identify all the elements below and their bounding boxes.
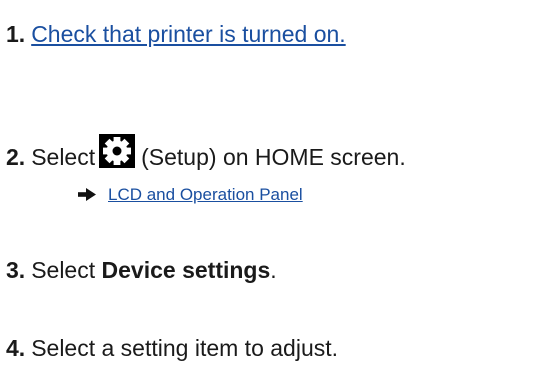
step-4-number: 4. [6, 335, 26, 361]
step-4: 4. Select a setting item to adjust. [6, 334, 338, 362]
step-2: 2. Select (Setup) on HOME screen. [6, 134, 406, 171]
step-2-text-after: (Setup) on HOME screen. [141, 144, 406, 170]
lcd-link-row: LCD and Operation Panel [78, 184, 303, 207]
step-4-text: Select a setting item to adjust. [31, 335, 339, 361]
step-3-number: 3. [6, 257, 26, 283]
step-3-text-after: . [270, 257, 277, 283]
step-1-number: 1. [6, 21, 26, 47]
step-3-text-before: Select [31, 257, 102, 283]
step-2-number: 2. [6, 144, 26, 170]
device-settings-label: Device settings [101, 257, 271, 283]
check-printer-link[interactable]: Check that printer is turned on. [31, 21, 346, 47]
lcd-operation-panel-link[interactable]: LCD and Operation Panel [108, 185, 303, 204]
step-3: 3. Select Device settings. [6, 256, 277, 284]
step-2-text-before: Select [31, 144, 96, 170]
right-arrow-icon [78, 185, 96, 207]
step-1: 1. Check that printer is turned on. [6, 20, 346, 48]
gear-icon [99, 134, 136, 168]
